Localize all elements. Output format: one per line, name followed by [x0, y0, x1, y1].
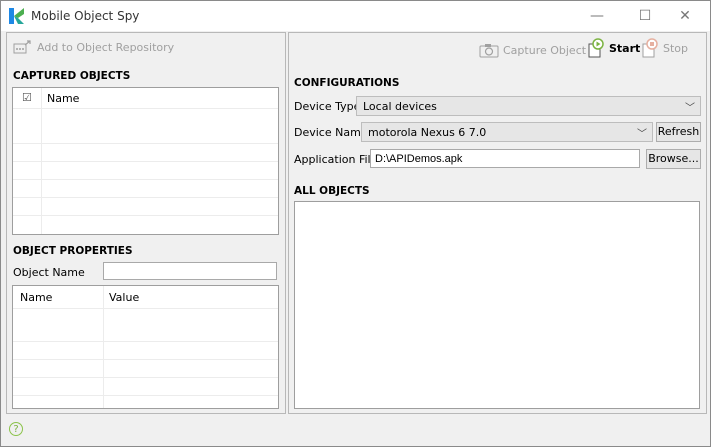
column-header-name: Name	[47, 92, 80, 105]
stop-button[interactable]: Stop	[641, 38, 688, 58]
capture-object-button[interactable]: Capture Object	[479, 42, 586, 58]
column-header-name: Name	[20, 291, 53, 304]
table-row	[13, 198, 278, 216]
chevron-down-icon: ﹀	[637, 129, 647, 140]
column-header-value: Value	[109, 291, 140, 304]
capture-object-label: Capture Object	[503, 43, 587, 57]
table-row	[13, 144, 278, 162]
status-bar: ?	[1, 414, 710, 446]
start-label: Start	[609, 41, 641, 55]
captured-objects-header: ☑ Name	[13, 88, 278, 109]
all-objects-tree[interactable]	[294, 201, 700, 409]
window-title: Mobile Object Spy	[31, 9, 140, 23]
application-file-input[interactable]	[370, 149, 640, 168]
properties-header: Name Value	[13, 286, 278, 309]
all-objects-title: ALL OBJECTS	[294, 185, 370, 197]
table-row	[13, 378, 278, 396]
minimize-button[interactable]: —	[575, 4, 619, 28]
object-name-label: Object Name	[13, 266, 85, 279]
device-name-label: Device Name	[294, 126, 368, 139]
camera-icon	[479, 44, 499, 58]
refresh-button[interactable]: Refresh	[656, 122, 701, 142]
right-panel: Capture Object Start Stop CONFIGURATIONS…	[288, 32, 707, 414]
table-row	[13, 324, 278, 342]
close-button[interactable]: ✕	[663, 4, 707, 28]
table-row	[13, 180, 278, 198]
captured-objects-table[interactable]: ☑ Name	[12, 87, 279, 235]
katalon-logo-icon	[9, 8, 24, 24]
device-type-label: Device Type	[294, 100, 361, 113]
app-window: Mobile Object Spy — ☐ ✕ Add to Object Re…	[0, 0, 711, 447]
object-properties-table[interactable]: Name Value	[12, 285, 279, 409]
title-bar: Mobile Object Spy — ☐ ✕	[1, 1, 710, 31]
add-to-repository-button[interactable]: Add to Object Repository	[13, 39, 174, 55]
add-repository-icon	[13, 40, 31, 54]
table-row	[13, 162, 278, 180]
left-panel: Add to Object Repository CAPTURED OBJECT…	[6, 32, 286, 414]
table-row	[13, 342, 278, 360]
object-properties-title: OBJECT PROPERTIES	[13, 245, 133, 257]
configurations-title: CONFIGURATIONS	[294, 77, 400, 89]
table-row	[13, 360, 278, 378]
stop-label: Stop	[663, 41, 689, 55]
device-type-select[interactable]: Local devices ﹀	[356, 96, 701, 116]
chevron-down-icon: ﹀	[685, 103, 695, 114]
stop-icon	[642, 38, 658, 58]
captured-objects-title: CAPTURED OBJECTS	[13, 70, 131, 82]
start-icon	[588, 38, 604, 58]
select-all-checkbox[interactable]: ☑	[22, 91, 32, 104]
start-button[interactable]: Start	[587, 38, 640, 58]
maximize-button[interactable]: ☐	[623, 4, 667, 28]
object-name-input[interactable]	[103, 262, 277, 280]
browse-button[interactable]: Browse...	[646, 149, 701, 169]
device-name-select[interactable]: motorola Nexus 6 7.0 ﹀	[361, 122, 653, 142]
table-row	[13, 126, 278, 144]
device-name-value: motorola Nexus 6 7.0	[368, 126, 487, 139]
help-icon[interactable]: ?	[9, 422, 23, 436]
add-to-repository-label: Add to Object Repository	[37, 40, 175, 54]
application-file-label: Application File	[294, 153, 378, 166]
device-type-value: Local devices	[363, 100, 437, 113]
